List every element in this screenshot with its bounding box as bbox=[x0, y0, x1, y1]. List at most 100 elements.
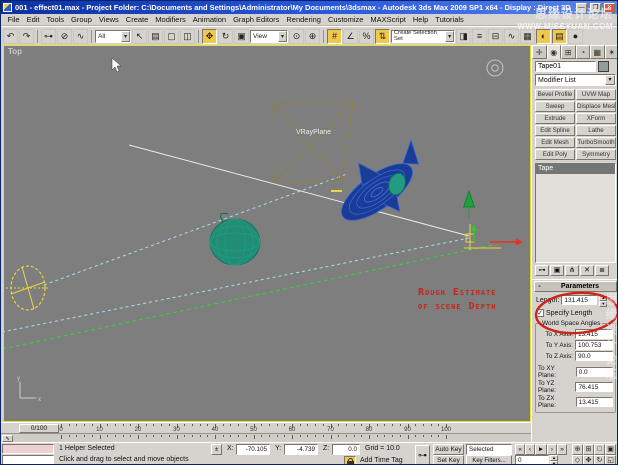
render-icon[interactable]: ● bbox=[568, 28, 583, 44]
set-keys-button[interactable]: ⊶ bbox=[415, 445, 430, 464]
redo-icon[interactable]: ↷ bbox=[19, 28, 34, 44]
modifier-button-lathe[interactable]: Lathe bbox=[576, 125, 616, 136]
menu-customize[interactable]: Customize bbox=[324, 15, 366, 24]
modifier-button-symmetry[interactable]: Symmetry bbox=[576, 149, 616, 160]
object-color-swatch[interactable] bbox=[598, 61, 609, 72]
menu-help[interactable]: Help bbox=[409, 15, 431, 24]
minimize-button[interactable]: — bbox=[576, 2, 587, 13]
absolute-offset-toggle[interactable]: ± bbox=[211, 444, 222, 455]
select-rotate-icon[interactable]: ↻ bbox=[218, 28, 233, 44]
menu-file[interactable]: File bbox=[4, 15, 23, 24]
orbit-icon[interactable]: ↻ bbox=[594, 455, 605, 464]
show-end-result-icon[interactable]: ▣ bbox=[550, 265, 564, 276]
x-coord-field[interactable]: -70.105 bbox=[236, 444, 270, 455]
zoom-region-icon[interactable]: ◇ bbox=[572, 455, 583, 464]
unlink-icon[interactable]: ⊘ bbox=[57, 28, 72, 44]
zoom-extents-icon[interactable]: □ bbox=[594, 444, 605, 455]
current-frame-field[interactable]: 0 bbox=[515, 455, 549, 464]
stack-item-tape[interactable]: Tape bbox=[536, 164, 615, 174]
maxscript-mini-listener-pink[interactable] bbox=[2, 444, 54, 454]
teal-blob-mesh[interactable] bbox=[209, 212, 261, 266]
configure-modifier-sets-icon[interactable]: ≣ bbox=[595, 265, 609, 276]
named-selection-sets-dropdown[interactable]: Create Selection Set ▾ bbox=[391, 29, 455, 43]
percent-snap-icon[interactable]: % bbox=[359, 28, 374, 44]
close-button[interactable]: ✕ bbox=[604, 2, 615, 13]
bind-spacewarp-icon[interactable]: ∿ bbox=[73, 28, 88, 44]
select-by-name-icon[interactable]: ▤ bbox=[148, 28, 163, 44]
auto-key-button[interactable]: Auto Key bbox=[433, 444, 464, 455]
modifier-button-sweep[interactable]: Sweep bbox=[535, 101, 575, 112]
menu-graph-editors[interactable]: Graph Editors bbox=[230, 15, 283, 24]
next-frame-button[interactable]: › bbox=[547, 444, 557, 455]
curve-editor-icon[interactable]: ∿ bbox=[504, 28, 519, 44]
menu-group[interactable]: Group bbox=[68, 15, 96, 24]
selection-lock-toggle[interactable] bbox=[344, 456, 356, 464]
menu-modifiers[interactable]: Modifiers bbox=[152, 15, 189, 24]
modifier-button-edit-poly[interactable]: Edit Poly bbox=[535, 149, 575, 160]
collapse-icon[interactable]: - bbox=[535, 283, 544, 290]
maxscript-mini-listener-white[interactable] bbox=[2, 455, 54, 464]
menu-edit[interactable]: Edit bbox=[23, 15, 43, 24]
tape-helper-icon[interactable] bbox=[6, 265, 50, 311]
go-to-start-button[interactable]: « bbox=[515, 444, 525, 455]
coord-system-dropdown[interactable]: View ▾ bbox=[250, 29, 288, 43]
menu-animation[interactable]: Animation bbox=[189, 15, 229, 24]
tab-create-icon[interactable]: ✛ bbox=[532, 45, 547, 59]
menu-tools[interactable]: Tools bbox=[43, 15, 68, 24]
undo-icon[interactable]: ↶ bbox=[3, 28, 18, 44]
menu-rendering[interactable]: Rendering bbox=[283, 15, 325, 24]
maximize-button[interactable]: ❐ bbox=[590, 2, 601, 13]
green-cone[interactable] bbox=[463, 189, 475, 218]
snap-3d-icon[interactable]: # bbox=[327, 28, 342, 44]
maximize-viewport-toggle-icon[interactable]: ◱ bbox=[605, 455, 616, 464]
modifier-button-edit-mesh[interactable]: Edit Mesh bbox=[535, 137, 575, 148]
time-slider-handle[interactable]: 0/100 bbox=[19, 424, 59, 433]
modifier-button-bevel-profile[interactable]: Bevel Profile bbox=[535, 89, 575, 100]
rect-region-icon[interactable]: ▢ bbox=[164, 28, 179, 44]
modifier-button-uvw-map[interactable]: UVW Map bbox=[576, 89, 616, 100]
set-key-button[interactable]: Set Key bbox=[433, 455, 464, 464]
frame-spinner[interactable]: ▲ ▼ bbox=[550, 455, 558, 464]
make-unique-icon[interactable]: ⋔ bbox=[565, 265, 579, 276]
play-button[interactable]: ► bbox=[535, 444, 547, 455]
menu-maxscript[interactable]: MAXScript bbox=[367, 15, 409, 24]
rollout-header[interactable]: - Parameters bbox=[534, 281, 617, 292]
select-manipulate-icon[interactable]: ⊕ bbox=[305, 28, 320, 44]
modifier-button-displace-mesh[interactable]: Displace Mesh bbox=[576, 101, 616, 112]
menu-views[interactable]: Views bbox=[95, 15, 122, 24]
select-object-icon[interactable]: ↖ bbox=[132, 28, 147, 44]
menu-tutorials[interactable]: Tutorials bbox=[432, 15, 467, 24]
modifier-button-edit-spline[interactable]: Edit Spline bbox=[535, 125, 575, 136]
tab-utilities-icon[interactable]: ✶ bbox=[604, 45, 617, 59]
remove-modifier-icon[interactable]: ✕ bbox=[580, 265, 594, 276]
pin-stack-icon[interactable]: ⊶ bbox=[535, 265, 549, 276]
pan-icon[interactable]: ✥ bbox=[583, 455, 594, 464]
tab-motion-icon[interactable]: ◔ bbox=[575, 45, 590, 59]
y-coord-field[interactable]: -4.739 bbox=[284, 444, 318, 455]
viewport-top[interactable]: Top VRayPlane x y Rough Estimate of scen… bbox=[3, 45, 531, 422]
spinner-snap-icon[interactable]: ⇅ bbox=[375, 28, 390, 44]
select-link-icon[interactable]: ⊶ bbox=[41, 28, 56, 44]
align-icon[interactable]: ≡ bbox=[472, 28, 487, 44]
zoom-all-icon[interactable]: ⊞ bbox=[583, 444, 594, 455]
modifier-button-extrude[interactable]: Extrude bbox=[535, 113, 575, 124]
go-to-end-button[interactable]: » bbox=[557, 444, 567, 455]
select-move-icon[interactable]: ✥ bbox=[202, 28, 217, 44]
object-name-field[interactable] bbox=[535, 61, 596, 72]
modifier-button-turbosmooth[interactable]: TurboSmooth bbox=[576, 137, 616, 148]
tab-display-icon[interactable]: ▦ bbox=[590, 45, 605, 59]
vray-plane-wireframe[interactable] bbox=[272, 101, 354, 183]
window-crossing-icon[interactable]: ◫ bbox=[180, 28, 195, 44]
zoom-extents-all-icon[interactable]: ▣ bbox=[605, 444, 616, 455]
key-filters-button[interactable]: Key Filters... bbox=[466, 455, 512, 464]
render-setup-icon[interactable]: ▤ bbox=[552, 28, 567, 44]
material-editor-icon[interactable]: ◐ bbox=[536, 28, 551, 44]
z-coord-field[interactable]: 0.0 bbox=[332, 444, 360, 455]
tab-hierarchy-icon[interactable]: ⊞ bbox=[561, 45, 576, 59]
modifier-stack[interactable]: Tape bbox=[535, 163, 616, 263]
selected-filter-dropdown[interactable]: Selected bbox=[466, 444, 512, 455]
modifier-list-dropdown[interactable]: Modifier List ▾ bbox=[535, 74, 616, 86]
length-spinner[interactable]: ▲ ▼ bbox=[599, 295, 608, 307]
tape-measure-line[interactable] bbox=[128, 144, 470, 237]
previous-frame-button[interactable]: ‹ bbox=[525, 444, 535, 455]
